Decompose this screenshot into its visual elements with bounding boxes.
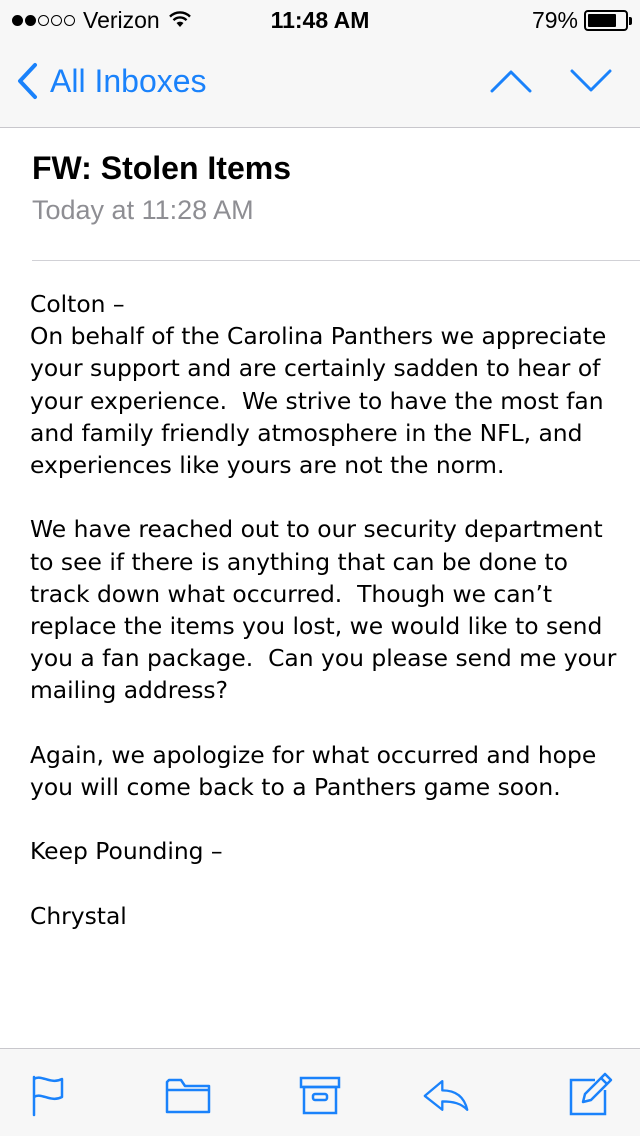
compose-button[interactable] — [566, 1071, 614, 1119]
back-button[interactable]: All Inboxes — [16, 62, 207, 100]
flag-icon — [32, 1075, 64, 1117]
reply-button[interactable] — [422, 1071, 470, 1119]
previous-message-button[interactable] — [490, 68, 532, 99]
message-date: Today at 11:28 AM — [32, 195, 254, 225]
archive-button[interactable] — [296, 1071, 344, 1119]
compose-icon — [569, 1072, 613, 1116]
battery-icon — [584, 10, 632, 31]
next-message-button[interactable] — [570, 68, 612, 99]
folder-icon — [165, 1078, 211, 1114]
battery-percent: 79% — [531, 7, 578, 33]
bottom-toolbar — [0, 1048, 640, 1136]
message-subject: FW: Stolen Items — [32, 150, 291, 186]
navigation-bar: All Inboxes — [0, 40, 640, 128]
chevron-up-icon — [490, 70, 532, 93]
chevron-down-icon — [570, 69, 612, 92]
message-navigation — [490, 68, 612, 99]
archive-icon — [299, 1076, 341, 1115]
message-body: Colton – On behalf of the Carolina Panth… — [30, 290, 617, 930]
battery-status: 79% — [531, 7, 632, 34]
move-to-folder-button[interactable] — [164, 1071, 212, 1119]
reply-icon — [423, 1080, 469, 1111]
status-bar: Verizon 11:48 AM 79% — [0, 0, 640, 40]
back-button-label: All Inboxes — [50, 62, 207, 99]
battery-level — [588, 14, 617, 27]
header-divider — [32, 260, 640, 261]
flag-button[interactable] — [24, 1071, 72, 1119]
chevron-left-icon — [18, 63, 37, 99]
